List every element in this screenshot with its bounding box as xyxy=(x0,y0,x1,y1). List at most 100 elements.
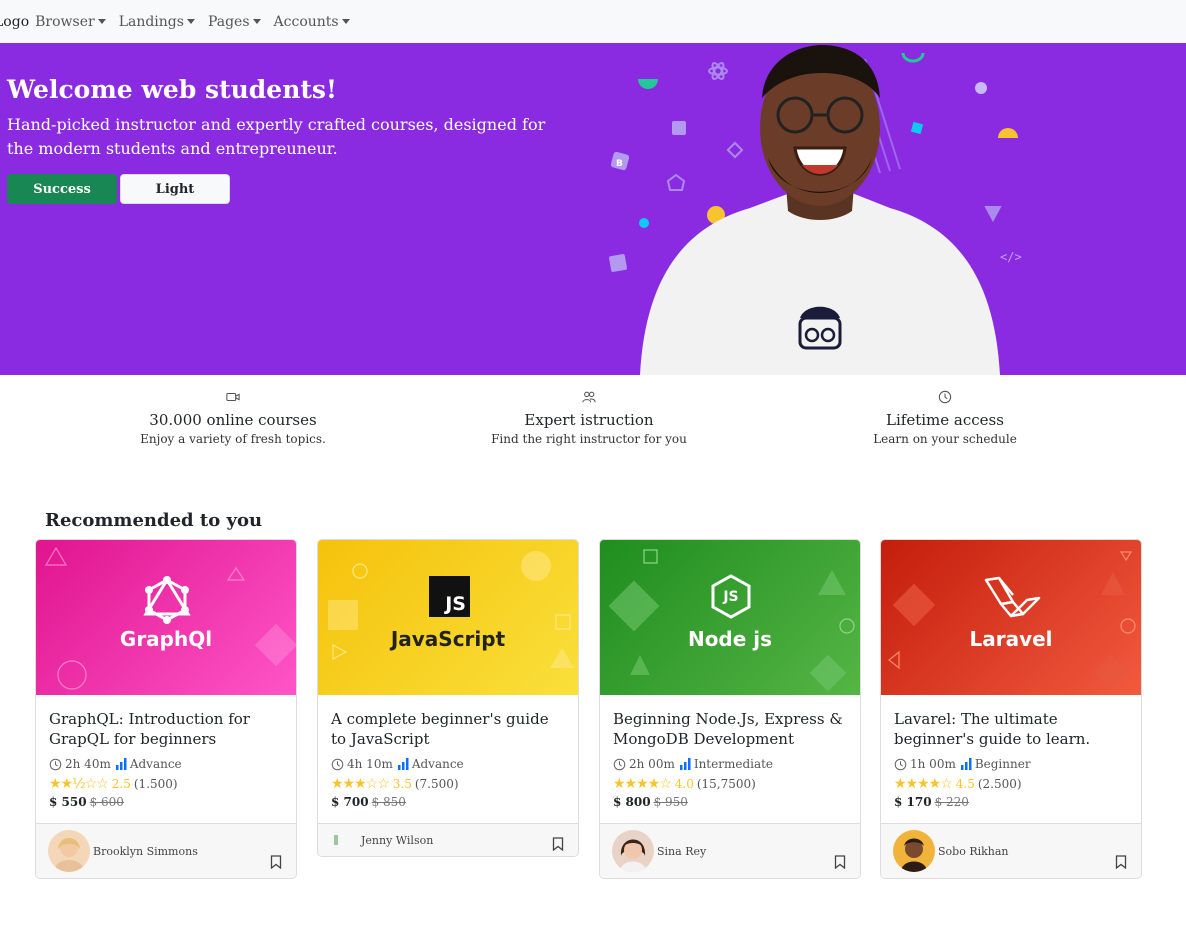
caret-down-icon xyxy=(97,19,106,24)
hero-section: Welcome web students! Hand-picked instru… xyxy=(0,43,1186,375)
course-card[interactable]: JS Node js Beginning Node.Js, Express & … xyxy=(599,539,861,879)
brand-logo[interactable]: Logo xyxy=(0,14,29,30)
light-button[interactable]: Light xyxy=(120,174,230,204)
avatar xyxy=(612,830,654,872)
rating-value: 2.5 xyxy=(111,777,131,791)
navbar: Logo Browser Landings Pages Accounts xyxy=(0,0,1186,43)
old-price: $ 220 xyxy=(934,795,969,809)
feature-title: Lifetime access xyxy=(886,411,1004,429)
course-image-graphql[interactable]: GraphQl xyxy=(36,540,296,695)
course-image-label: Laravel xyxy=(969,627,1053,651)
price: $ 170 xyxy=(894,795,932,809)
caret-down-icon xyxy=(186,19,195,24)
course-level: Advance xyxy=(411,757,464,771)
price: $ 550 xyxy=(49,795,87,809)
author-name[interactable]: Sobo Rikhan xyxy=(938,845,1009,858)
author-name[interactable]: Brooklyn Simmons xyxy=(93,845,198,858)
course-level: Beginner xyxy=(974,757,1031,771)
feature-instruction: Expert istruction Find the right instruc… xyxy=(439,390,739,447)
star-rating-icon: ★★★☆☆ xyxy=(331,776,390,792)
nav-browser-label: Browser xyxy=(35,13,95,30)
hero-title: Welcome web students! xyxy=(7,75,337,104)
course-image-label: Node js xyxy=(687,627,773,651)
laravel-logo-icon xyxy=(888,551,1136,689)
svg-text:</>: </> xyxy=(1000,250,1022,264)
clock-icon xyxy=(331,758,344,770)
course-title[interactable]: GraphQL: Introduction for GrapQL for beg… xyxy=(49,709,284,753)
nav-landings[interactable]: Landings xyxy=(119,14,195,30)
section-title: Recommended to you xyxy=(45,510,263,531)
success-button[interactable]: Success xyxy=(7,174,117,204)
caret-down-icon xyxy=(252,19,261,24)
course-level: Intermediate xyxy=(693,757,774,771)
old-price: $ 950 xyxy=(653,795,688,809)
nav-browser[interactable]: Browser xyxy=(35,14,106,30)
bar-chart-icon xyxy=(397,758,409,770)
bar-chart-icon xyxy=(115,758,127,770)
author-name[interactable]: Jenny Wilson xyxy=(361,834,433,847)
rating-count: (7.500) xyxy=(414,777,459,791)
svg-text:B: B xyxy=(616,159,623,169)
js-logo-text: JS xyxy=(445,593,466,615)
star-rating-icon: ★★★★☆ xyxy=(894,776,953,792)
feature-title: Expert istruction xyxy=(524,411,654,429)
course-card[interactable]: GraphQl GraphQL: Introduction for GrapQL… xyxy=(35,539,297,879)
nav-pages[interactable]: Pages xyxy=(208,14,261,30)
card-footer: Brooklyn Simmons xyxy=(36,823,296,878)
broken-avatar-icon xyxy=(334,835,338,845)
course-image-nodejs[interactable]: JS Node js xyxy=(600,540,860,695)
course-duration: 2h 40m xyxy=(65,757,111,771)
bookmark-icon[interactable] xyxy=(270,855,282,869)
feature-access: Lifetime access Learn on your schedule xyxy=(795,390,1095,447)
price: $ 700 xyxy=(331,795,369,809)
course-duration: 4h 10m xyxy=(347,757,393,771)
clock-icon xyxy=(894,758,907,770)
course-image-label: GraphQl xyxy=(119,627,213,651)
feature-title: 30.000 online courses xyxy=(149,411,317,429)
course-level: Advance xyxy=(129,757,182,771)
rating-count: (2.500) xyxy=(977,777,1022,791)
nav-accounts[interactable]: Accounts xyxy=(274,14,350,30)
javascript-logo-icon xyxy=(328,551,574,668)
node-logo-text: JS xyxy=(723,589,739,605)
rating-value: 4.0 xyxy=(674,777,694,791)
course-duration: 2h 00m xyxy=(629,757,675,771)
avatar xyxy=(893,830,935,872)
course-title[interactable]: Beginning Node.Js, Express & MongoDB Dev… xyxy=(613,709,848,753)
graphql-logo-icon xyxy=(44,546,296,690)
bookmark-icon[interactable] xyxy=(834,855,846,869)
rating-value: 3.5 xyxy=(392,777,412,791)
course-title[interactable]: A complete beginner's guide to JavaScrip… xyxy=(331,709,566,753)
price: $ 800 xyxy=(613,795,651,809)
star-rating-icon: ★★★★☆ xyxy=(613,776,672,792)
video-icon xyxy=(226,392,240,402)
bar-chart-icon xyxy=(679,758,691,770)
nav-pages-label: Pages xyxy=(207,13,250,30)
clock-icon xyxy=(938,390,952,404)
hero-subtitle: Hand-picked instructor and expertly craf… xyxy=(7,115,546,158)
hero-person-illustration: </> B xyxy=(609,45,1022,375)
course-image-javascript[interactable]: JS JavaScript xyxy=(318,540,578,695)
card-footer: Sina Rey xyxy=(600,823,860,878)
clock-icon xyxy=(49,758,62,770)
course-card[interactable]: Laravel Lavarel: The ultimate beginner's… xyxy=(880,539,1142,879)
nav-landings-label: Landings xyxy=(118,13,184,30)
course-card[interactable]: JS JavaScript A complete beginner's guid… xyxy=(317,539,579,857)
rating-count: (15,7500) xyxy=(696,777,756,791)
feature-subtitle: Learn on your schedule xyxy=(873,432,1017,446)
old-price: $ 600 xyxy=(89,795,124,809)
bookmark-icon[interactable] xyxy=(1115,855,1127,869)
feature-subtitle: Enjoy a variety of fresh topics. xyxy=(140,432,326,446)
author-name[interactable]: Sina Rey xyxy=(657,845,706,858)
course-image-laravel[interactable]: Laravel xyxy=(881,540,1141,695)
course-image-label: JavaScript xyxy=(390,627,506,651)
course-title[interactable]: Lavarel: The ultimate beginner's guide t… xyxy=(894,709,1129,753)
bar-chart-icon xyxy=(960,758,972,770)
feature-courses: 30.000 online courses Enjoy a variety of… xyxy=(83,390,383,447)
rating-value: 4.5 xyxy=(955,777,975,791)
card-footer: Sobo Rikhan xyxy=(881,823,1141,878)
nodejs-logo-icon xyxy=(608,549,855,692)
bookmark-icon[interactable] xyxy=(552,837,564,851)
card-footer: Jenny Wilson xyxy=(318,823,578,856)
people-icon xyxy=(582,391,596,403)
